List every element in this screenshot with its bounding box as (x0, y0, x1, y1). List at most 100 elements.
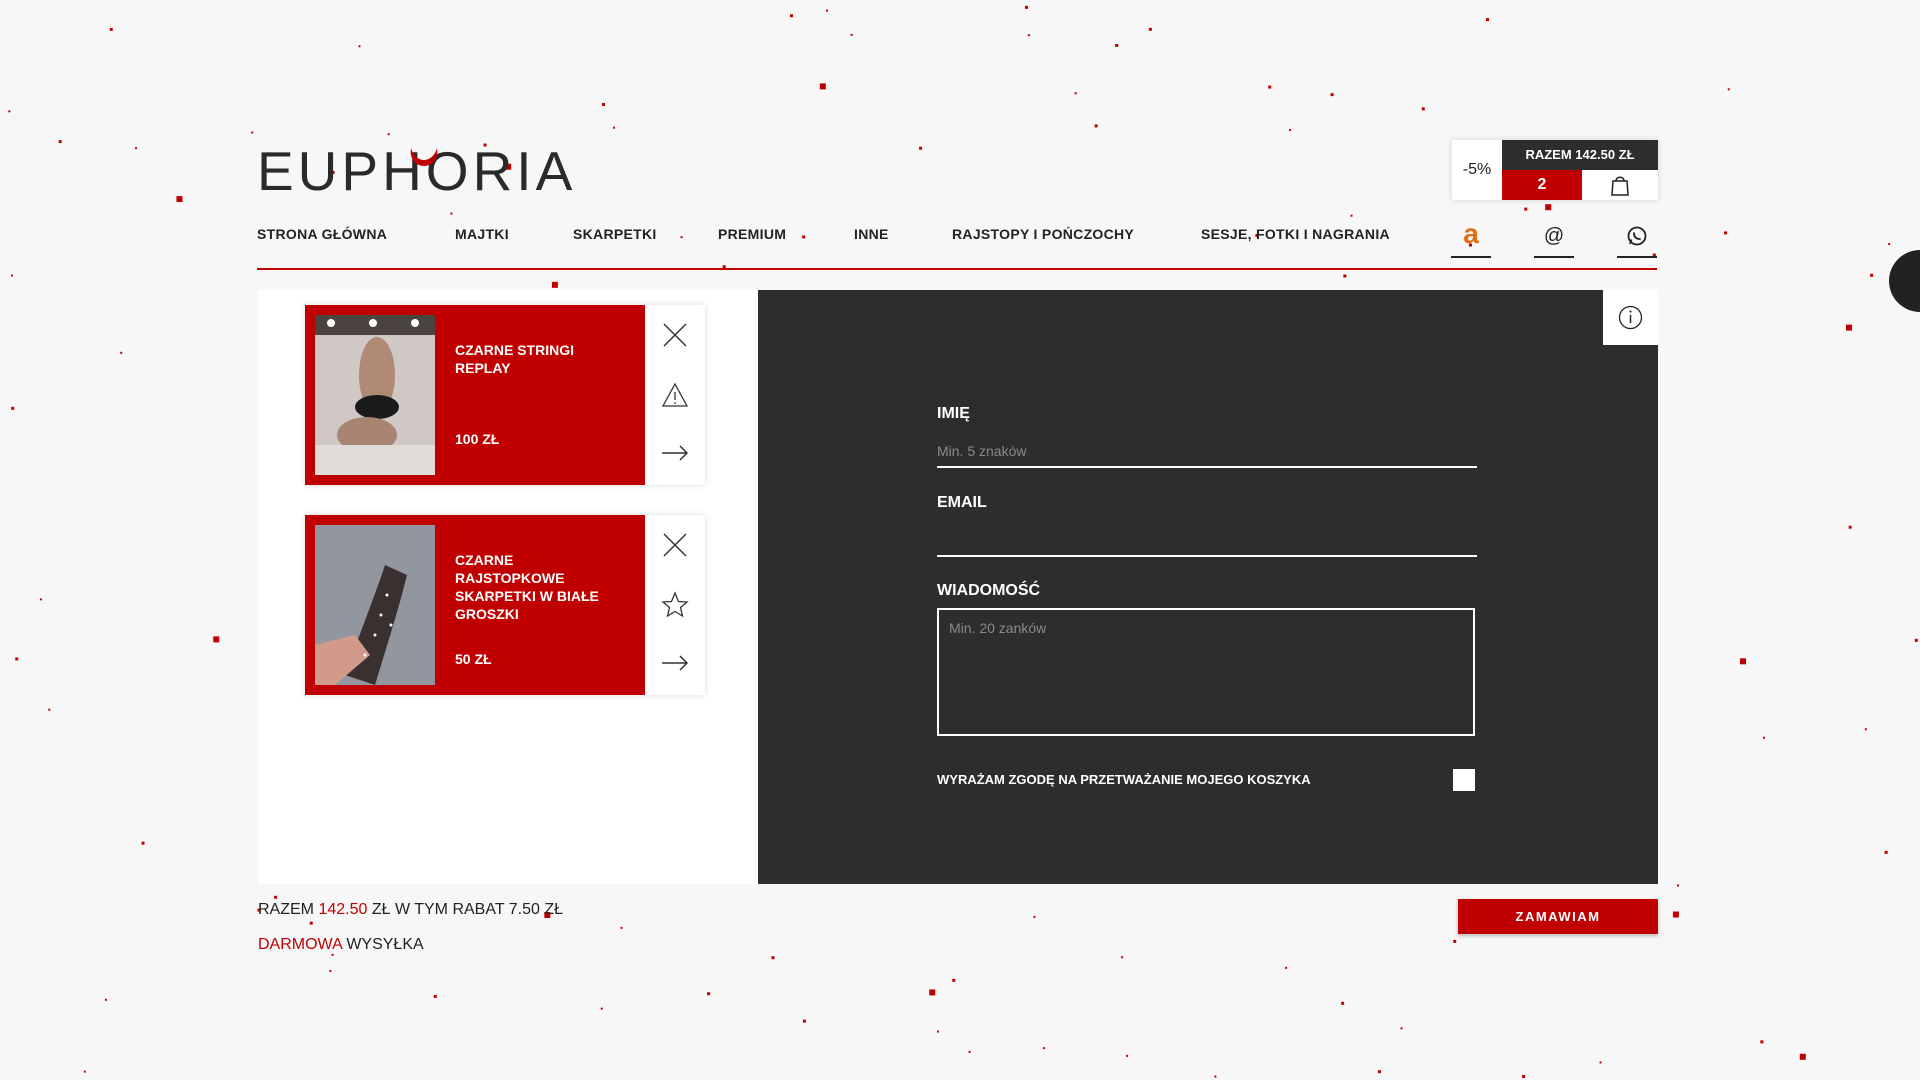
background-dot (790, 14, 794, 18)
background-dot (802, 1019, 806, 1023)
background-dot (600, 1007, 603, 1010)
background-dot (1485, 18, 1489, 22)
email-icon[interactable]: @ (1534, 220, 1574, 258)
background-dot (1524, 207, 1528, 211)
background-dot (1115, 43, 1119, 47)
background-dot (819, 83, 826, 90)
background-dot (1027, 34, 1030, 37)
background-dot (1330, 93, 1334, 97)
background-dot (358, 45, 361, 48)
nav-inne[interactable]: INNE (854, 226, 889, 242)
background-dot (331, 953, 334, 956)
background-dot (1033, 915, 1036, 918)
background-dot (1268, 85, 1272, 89)
cart-item-body[interactable]: CZARNE RAJSTOPKOWE SKARPETKI W BIAŁE GRO… (305, 515, 645, 695)
consent-checkbox[interactable] (1453, 769, 1475, 791)
background-dot (109, 27, 113, 31)
email-label: EMAIL (937, 494, 987, 511)
amazon-icon[interactable]: a (1451, 220, 1491, 258)
background-dot (83, 1070, 86, 1073)
background-dot (1727, 88, 1730, 91)
background-dot (1914, 638, 1918, 642)
background-dot (1763, 736, 1766, 739)
background-dot (1760, 1040, 1764, 1044)
background-dot (968, 1050, 971, 1053)
background-dot (1848, 525, 1852, 529)
shipping-info: DARMOWA WYSYŁKA (258, 936, 424, 954)
background-dot (48, 708, 51, 711)
background-dot (551, 281, 558, 288)
warning-icon[interactable] (645, 370, 705, 420)
background-dot (1799, 1053, 1806, 1060)
name-input[interactable] (937, 436, 1477, 468)
cart-total: RAZEM 142.50 ZŁ (1502, 140, 1658, 170)
background-dot (1676, 884, 1679, 887)
star-icon[interactable] (645, 580, 705, 630)
nav-home[interactable]: STRONA GŁÓWNA (257, 226, 387, 242)
background-dot (104, 998, 107, 1001)
background-dot (1884, 850, 1888, 854)
side-panel-handle[interactable] (1889, 250, 1920, 312)
nav-rajstopy[interactable]: RAJSTOPY I POŃCZOCHY (952, 226, 1134, 242)
info-icon[interactable] (1603, 290, 1658, 345)
background-dot (10, 274, 13, 277)
background-dot (1377, 1070, 1381, 1074)
nav-sesje[interactable]: SESJE, FOTKI I NAGRANIA (1201, 226, 1390, 242)
arrow-right-icon[interactable] (645, 428, 705, 478)
background-dot (1740, 658, 1747, 665)
nav-majtki[interactable]: MAJTKI (455, 226, 509, 242)
item-price: 50 ZŁ (455, 651, 492, 667)
item-title: CZARNE RAJSTOPKOWE SKARPETKI W BIAŁE GRO… (455, 552, 599, 622)
background-dot (850, 33, 853, 36)
discount-badge: -5% (1462, 161, 1492, 178)
background-dot (1125, 1054, 1128, 1057)
background-dot (707, 992, 711, 996)
background-dot (141, 841, 145, 845)
background-dot (15, 657, 19, 661)
background-dot (433, 994, 437, 998)
whatsapp-icon[interactable] (1617, 220, 1657, 258)
close-icon[interactable] (645, 310, 705, 360)
cart-count: 2 (1502, 170, 1582, 200)
background-dot (1148, 27, 1152, 31)
background-dot (213, 636, 220, 643)
background-dot (1343, 274, 1347, 278)
order-button[interactable]: ZAMAWIAM (1458, 899, 1658, 934)
nav-premium[interactable]: PREMIUM (718, 226, 786, 242)
background-dot (274, 895, 278, 899)
background-dot (58, 140, 62, 144)
shopping-bag-icon[interactable] (1582, 170, 1658, 200)
background-dot (1453, 939, 1457, 943)
summary-prefix: RAZEM (258, 901, 314, 918)
message-textarea[interactable] (937, 608, 1475, 736)
background-dot (1341, 1001, 1345, 1005)
consent-label: WYRAŻAM ZGODĘ NA PRZETWAŻANIE MOJEGO KOS… (937, 772, 1311, 787)
background-dot (1400, 1027, 1403, 1030)
email-input[interactable] (937, 525, 1477, 557)
background-dot (929, 989, 936, 996)
background-dot (387, 133, 390, 136)
background-dot (120, 351, 123, 354)
background-dot (39, 598, 42, 601)
close-icon[interactable] (645, 520, 705, 570)
background-dot (601, 102, 605, 106)
background-dot (1025, 5, 1029, 9)
background-dot (1845, 324, 1852, 331)
background-dot (1599, 1061, 1602, 1064)
background-dot (1285, 966, 1288, 969)
background-dot (1121, 956, 1124, 959)
nav-skarpetki[interactable]: SKARPETKI (573, 226, 657, 242)
background-dot (176, 196, 183, 203)
summary-total: 142.50 (318, 901, 368, 918)
background-dot (952, 978, 956, 982)
background-dot (450, 212, 453, 215)
arrow-right-icon[interactable] (645, 638, 705, 688)
order-summary: RAZEM 142.50 ZŁ W TYM RABAT 7.50 ZŁ (258, 901, 563, 919)
background-dot (1545, 204, 1552, 211)
background-dot (1522, 1075, 1526, 1079)
devil-horns-icon (410, 148, 438, 166)
cart-item-body[interactable]: CZARNE STRINGI REPLAY 100 ZŁ (305, 305, 645, 485)
cart-widget[interactable]: -5% RAZEM 142.50 ZŁ 2 (1452, 140, 1658, 200)
message-label: WIADOMOŚĆ (937, 582, 1041, 599)
background-dot (135, 147, 138, 150)
